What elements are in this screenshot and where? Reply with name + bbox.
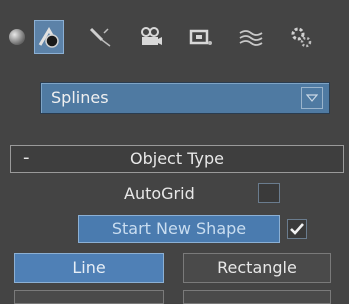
cameras-icon[interactable]	[136, 20, 166, 54]
autogrid-checkbox[interactable]	[258, 183, 280, 203]
space-warps-icon[interactable]	[236, 20, 266, 54]
start-new-shape-button[interactable]: Start New Shape	[78, 215, 280, 243]
category-dropdown-value: Splines	[51, 88, 109, 107]
geometry-icon[interactable]	[2, 20, 32, 54]
autogrid-label: AutoGrid	[124, 184, 195, 203]
lights-icon[interactable]	[86, 20, 116, 54]
systems-icon[interactable]	[286, 20, 316, 54]
shape-button[interactable]	[183, 290, 331, 304]
shape-button[interactable]	[14, 290, 164, 304]
line-button[interactable]: Line	[14, 253, 164, 283]
chevron-down-icon[interactable]	[301, 87, 323, 109]
shapes-icon[interactable]	[34, 20, 64, 54]
rectangle-button[interactable]: Rectangle	[183, 253, 331, 283]
helpers-icon[interactable]	[186, 20, 216, 54]
start-new-shape-checkbox[interactable]	[287, 219, 307, 239]
checkmark-icon	[290, 223, 304, 235]
category-dropdown[interactable]: Splines	[40, 82, 330, 114]
rollout-title: Object Type	[130, 149, 224, 168]
object-type-rollout-header[interactable]: - Object Type	[10, 145, 344, 173]
create-panel-toolbar	[0, 0, 349, 72]
